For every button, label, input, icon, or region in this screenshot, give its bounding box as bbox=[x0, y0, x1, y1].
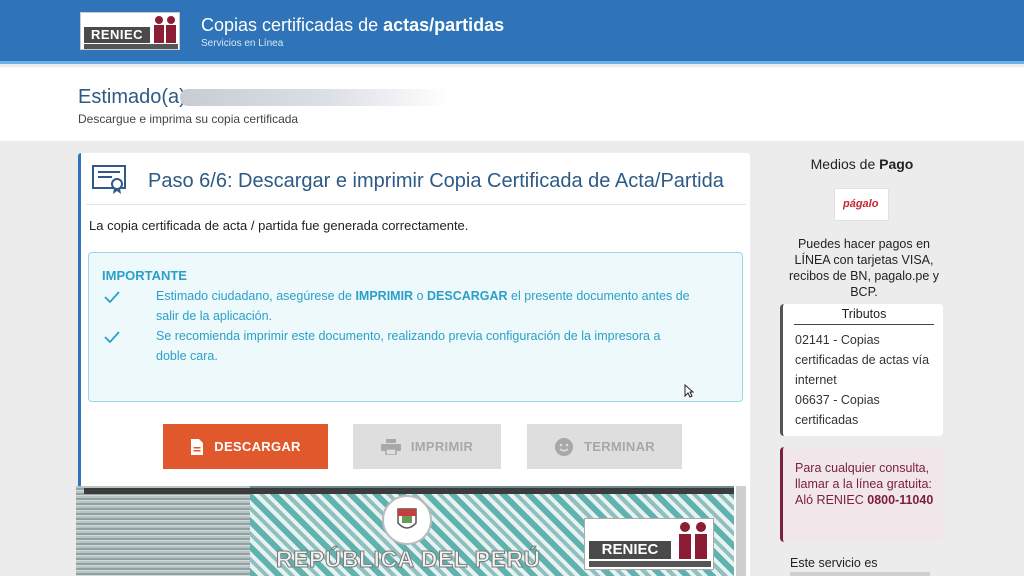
finish-button-label: TERMINAR bbox=[583, 439, 655, 454]
important-heading: IMPORTANTE bbox=[102, 268, 187, 283]
consulta-text: Para cualquier consulta, llamar a la lín… bbox=[795, 461, 934, 507]
reniec-logo[interactable]: RENIEC bbox=[80, 12, 180, 50]
reniec-logo-subline bbox=[84, 44, 178, 49]
reniec-figures-icon bbox=[154, 16, 176, 43]
pagalo-logo[interactable]: págalo bbox=[834, 188, 889, 221]
header-subtitle: Servicios en Línea bbox=[201, 38, 284, 49]
tributos-title: Tributos bbox=[794, 307, 934, 325]
download-button-label: DESCARGAR bbox=[214, 439, 301, 454]
printer-icon bbox=[380, 438, 401, 455]
document-reniec-logo-subline bbox=[589, 561, 711, 567]
reniec-logo-text: RENIEC bbox=[84, 27, 150, 43]
tributo-item: 06637 - Copias certificadas bbox=[795, 393, 880, 427]
step-title: Paso 6/6: Descargar e imprimir Copia Cer… bbox=[148, 170, 724, 192]
greeting-subtitle: Descargue e imprima su copia certificada bbox=[78, 112, 299, 126]
pagalo-logo-text: págalo bbox=[843, 198, 879, 210]
print-button[interactable]: IMPRIMIR bbox=[353, 424, 501, 469]
smiley-icon bbox=[554, 437, 573, 456]
important-item-2: Se recomienda imprimir este documento, r… bbox=[156, 329, 661, 343]
greeting-title: Estimado(a) bbox=[78, 86, 186, 108]
mouse-cursor-icon bbox=[684, 384, 694, 398]
tributo-item: 02141 - Copias certificadas de actas vía… bbox=[795, 333, 930, 387]
payment-info: Puedes hacer pagos en LÍNEA con tarjetas… bbox=[788, 237, 940, 299]
certificate-icon bbox=[92, 165, 126, 194]
print-button-label: IMPRIMIR bbox=[410, 439, 474, 454]
important-item-2-continued: doble cara. bbox=[156, 349, 218, 363]
peru-coat-of-arms-icon bbox=[382, 495, 432, 545]
check-icon bbox=[104, 331, 120, 344]
reniec-figures-icon bbox=[679, 522, 707, 559]
service-note: Este servicio es bbox=[790, 556, 878, 570]
document-icon bbox=[191, 438, 204, 455]
consulta-phone: 0800-11040 bbox=[867, 493, 934, 507]
service-note-cutoff bbox=[790, 572, 930, 576]
document-reniec-logo-text: RENIEC bbox=[589, 541, 671, 559]
header-title: Copias certificadas de actas/partidas bbox=[201, 15, 505, 35]
document-country-title: REPÚBLICA DEL PERÚ bbox=[276, 546, 541, 573]
blurred-user-name bbox=[180, 89, 450, 106]
finish-button[interactable]: TERMINAR bbox=[527, 424, 682, 469]
important-item-1: Estimado ciudadano, asegúrese de IMPRIMI… bbox=[156, 289, 690, 303]
document-reniec-logo: RENIEC bbox=[584, 518, 714, 570]
payment-methods-title: Medios de Pago bbox=[810, 156, 914, 172]
success-message: La copia certificada de acta / partida f… bbox=[89, 218, 469, 233]
important-item-1-continued: salir de la aplicación. bbox=[156, 309, 273, 323]
check-icon bbox=[104, 291, 120, 304]
document-scrollbar[interactable] bbox=[736, 486, 746, 576]
download-button[interactable]: DESCARGAR bbox=[163, 424, 328, 469]
document-preview-strip bbox=[76, 486, 250, 576]
card-divider bbox=[86, 204, 746, 205]
